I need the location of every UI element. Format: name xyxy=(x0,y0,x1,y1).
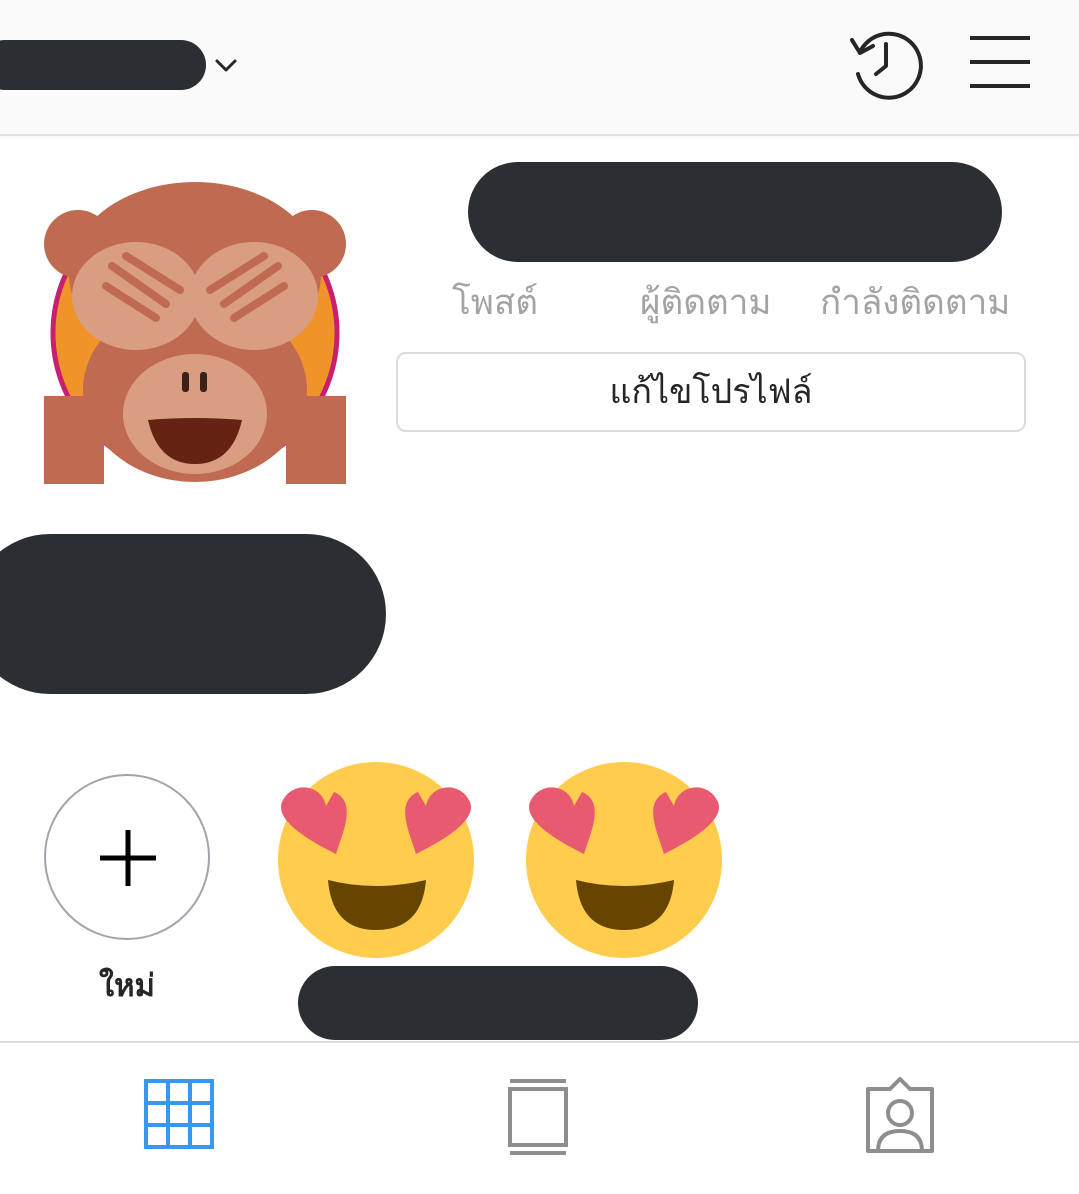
feed-icon[interactable] xyxy=(498,1077,578,1157)
edit-profile-button[interactable]: แก้ไขโปรไฟล์ xyxy=(396,352,1026,432)
heart-eyes-emoji xyxy=(278,762,474,958)
avatar[interactable] xyxy=(40,178,350,488)
highlight-label-redacted xyxy=(298,966,698,1040)
new-highlight-label: ใหม่ xyxy=(98,968,155,1004)
history-icon[interactable] xyxy=(846,26,926,102)
plus-icon xyxy=(100,830,156,886)
highlight-item[interactable] xyxy=(276,758,476,958)
new-highlight-button[interactable] xyxy=(44,774,210,940)
full-name-redacted xyxy=(468,162,1002,262)
tagged-icon[interactable] xyxy=(860,1077,940,1157)
chevron-down-icon[interactable] xyxy=(212,52,240,80)
profile-tab-bar xyxy=(0,1041,1079,1194)
profile-page: โพสต์ ผู้ติดตาม กำลังติดตาม แก้ไขโปรไฟล์… xyxy=(0,0,1079,1194)
heart-eyes-emoji xyxy=(526,762,722,958)
username-redacted[interactable] xyxy=(0,40,206,90)
highlight-item[interactable] xyxy=(524,758,724,958)
grid-icon[interactable] xyxy=(138,1077,218,1157)
top-bar xyxy=(0,0,1079,136)
hamburger-menu-icon[interactable] xyxy=(964,30,1036,94)
following-stat[interactable]: กำลังติดตาม xyxy=(820,280,1010,326)
bio-redacted xyxy=(0,534,386,694)
followers-stat[interactable]: ผู้ติดตาม xyxy=(640,280,771,326)
posts-stat[interactable]: โพสต์ xyxy=(452,280,538,326)
